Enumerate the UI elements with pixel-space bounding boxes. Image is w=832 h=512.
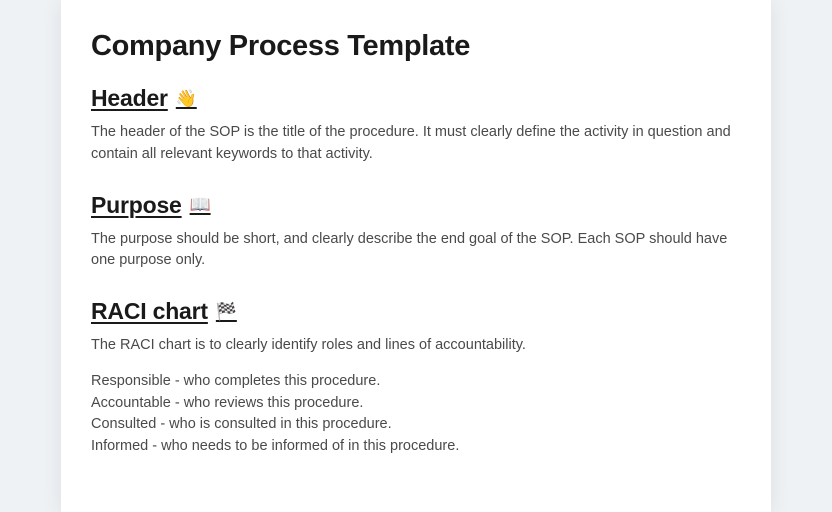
raci-intro: The RACI chart is to clearly identify ro… <box>91 335 741 357</box>
raci-accountable: Accountable - who reviews this procedure… <box>91 393 741 415</box>
section-body-raci: The RACI chart is to clearly identify ro… <box>91 335 741 458</box>
heading-text: Header <box>91 85 168 112</box>
section-heading-raci: RACI chart 🏁 <box>91 298 741 325</box>
heading-text: Purpose <box>91 192 182 219</box>
section-body-header: The header of the SOP is the title of th… <box>91 122 741 166</box>
raci-definitions: Responsible - who completes this procedu… <box>91 371 741 458</box>
raci-responsible: Responsible - who completes this procedu… <box>91 371 741 393</box>
book-icon: 📖 <box>190 195 211 215</box>
section-heading-header: Header 👋 <box>91 85 741 112</box>
document-page: Company Process Template Header 👋 The he… <box>61 0 771 512</box>
page-title: Company Process Template <box>91 30 741 63</box>
heading-text: RACI chart <box>91 298 208 325</box>
flag-icon: 🏁 <box>216 302 237 322</box>
section-body-purpose: The purpose should be short, and clearly… <box>91 229 741 273</box>
raci-consulted: Consulted - who is consulted in this pro… <box>91 414 741 436</box>
section-heading-purpose: Purpose 📖 <box>91 192 741 219</box>
raci-informed: Informed - who needs to be informed of i… <box>91 436 741 458</box>
wave-icon: 👋 <box>176 89 197 109</box>
